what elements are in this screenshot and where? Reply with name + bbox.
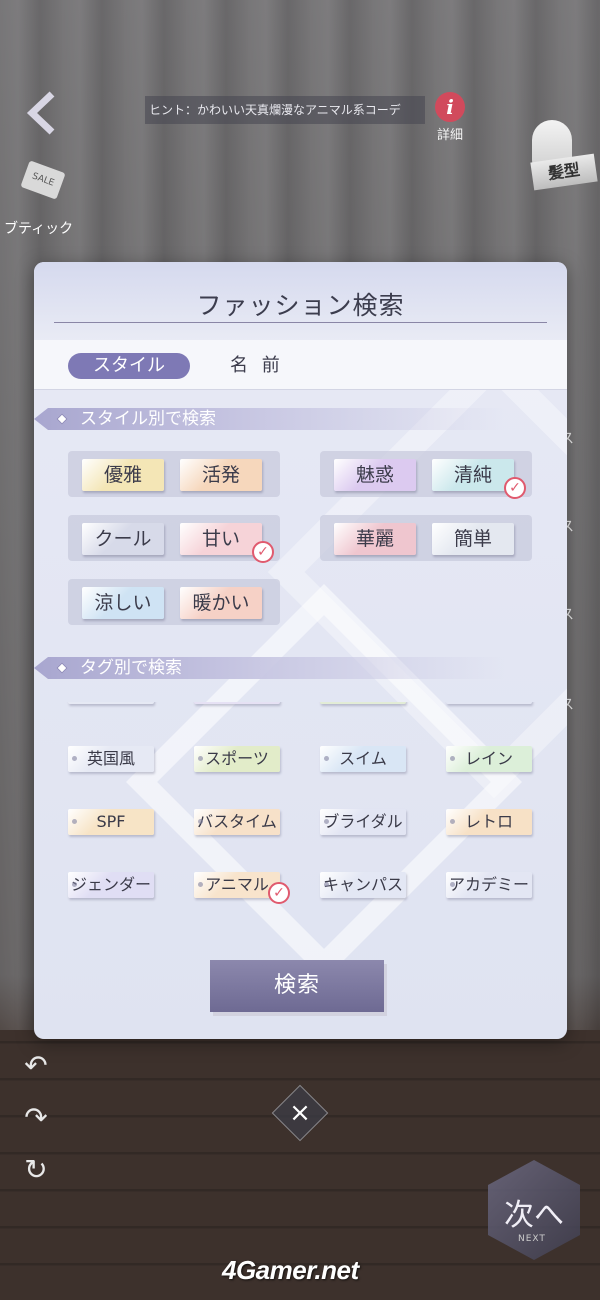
tab-style[interactable]: スタイル <box>68 353 190 379</box>
tag-chip[interactable]: レトロ <box>446 809 532 835</box>
dialog-header: ファッション検索 <box>34 262 567 340</box>
info-label: 詳細 <box>436 128 463 143</box>
tag-section-label: タグ別で検索 <box>80 658 182 678</box>
next-button[interactable]: 次へ NEXT <box>488 1160 580 1260</box>
hint-bar: ヒント：かわいい天真爛漫なアニマル系コーデ <box>145 96 425 124</box>
tag-scroll-area[interactable]: 英国風 スポーツ スイム レイン SPF バスタイム ブライダル レトロ ジェンダー アニマル ✓ キ… <box>34 702 567 942</box>
tag-partial <box>68 702 154 704</box>
next-sub-label: NEXT <box>518 1234 546 1244</box>
info-button[interactable]: i 詳細 <box>430 92 470 144</box>
tag-section-header: タグ別で検索 <box>34 657 504 679</box>
tag-chip[interactable]: アカデミー <box>446 872 532 898</box>
boutique-label: ブティック <box>4 221 74 237</box>
style-chip[interactable]: 優雅 <box>82 459 164 491</box>
search-button[interactable]: 検索 <box>210 960 384 1012</box>
diamond-icon <box>56 662 68 674</box>
tag-chip[interactable]: スポーツ <box>194 746 280 772</box>
dialog-title: ファッション検索 <box>196 291 405 320</box>
tag-chip[interactable]: 英国風 <box>68 746 154 772</box>
tag-chip[interactable]: バスタイム <box>194 809 280 835</box>
fashion-search-dialog: ファッション検索 スタイル 名 前 スタイル別で検索 優雅 活発 魅惑 清純 ✓ クール甘… <box>34 262 567 1039</box>
boutique-button[interactable]: SALE ブティック <box>0 160 90 240</box>
tag-chip[interactable]: ジェンダー <box>68 872 154 898</box>
tag-chip[interactable]: スイム <box>320 746 406 772</box>
tag-partial <box>194 702 280 704</box>
chevron-left-icon <box>26 91 55 135</box>
style-chip[interactable]: 魅惑 <box>334 459 416 491</box>
hairstyle-button[interactable]: 髪型 <box>520 120 600 200</box>
tag-chip[interactable]: ブライダル <box>320 809 406 835</box>
tag-partial <box>320 702 406 704</box>
style-chip[interactable]: 清純 <box>432 459 514 491</box>
style-chip[interactable]: 暖かい <box>180 587 262 619</box>
style-chip[interactable]: 華麗 <box>334 523 416 555</box>
style-chip[interactable]: クール <box>82 523 164 555</box>
left-toolbar: ↶ ↷ ↻ <box>18 1048 58 1204</box>
style-chip[interactable]: 簡単 <box>432 523 514 555</box>
checkmark-icon: ✓ <box>252 541 274 563</box>
search-mode-tabs: スタイル 名 前 <box>34 340 567 390</box>
next-label: 次へ <box>504 1198 564 1233</box>
redo-icon[interactable]: ↷ <box>18 1100 54 1136</box>
tag-chip[interactable]: レイン <box>446 746 532 772</box>
diamond-icon <box>56 413 68 425</box>
tag-partial <box>446 702 532 704</box>
info-icon: i <box>435 92 465 122</box>
watermark: 4Gamer.net <box>222 1255 359 1285</box>
close-button[interactable]: × <box>280 1093 320 1133</box>
undo-icon[interactable]: ↶ <box>18 1048 54 1084</box>
tab-name[interactable]: 名 前 <box>230 353 290 379</box>
back-button[interactable] <box>18 88 68 138</box>
reset-icon[interactable]: ↻ <box>18 1152 54 1188</box>
checkmark-icon: ✓ <box>504 477 526 499</box>
sale-tag-icon: SALE <box>20 160 66 200</box>
style-section-label: スタイル別で検索 <box>80 409 216 429</box>
checkmark-icon: ✓ <box>268 882 290 904</box>
title-divider <box>54 322 547 323</box>
tag-chip[interactable]: キャンパス <box>320 872 406 898</box>
tag-chip[interactable]: SPF <box>68 809 154 835</box>
style-chip[interactable]: 涼しい <box>82 587 164 619</box>
style-chip[interactable]: 活発 <box>180 459 262 491</box>
style-section-header: スタイル別で検索 <box>34 408 504 430</box>
style-chip[interactable]: 甘い <box>180 523 262 555</box>
